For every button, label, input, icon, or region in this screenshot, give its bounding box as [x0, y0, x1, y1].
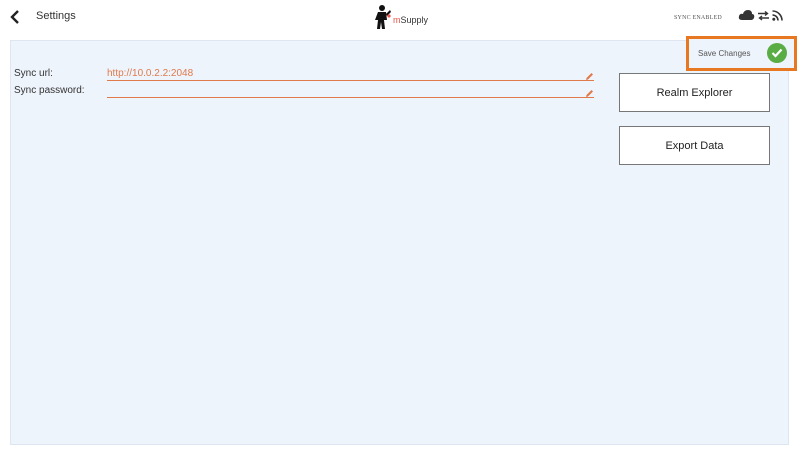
edit-sync-password-icon[interactable]	[585, 85, 594, 97]
check-circle-icon	[767, 43, 787, 63]
cloud-icon[interactable]	[738, 8, 755, 26]
sync-url-input[interactable]: http://10.0.2.2:2048	[107, 68, 193, 79]
save-changes-button[interactable]: Save Changes	[686, 36, 797, 71]
save-changes-label: Save Changes	[698, 49, 751, 58]
sync-url-label: Sync url:	[14, 68, 53, 79]
logo-text: mSupply	[393, 15, 429, 25]
sync-status-text: SYNC ENABLED	[674, 15, 722, 21]
logo-figure-icon	[375, 5, 391, 29]
back-arrow-icon[interactable]	[8, 8, 24, 26]
rss-feed-icon[interactable]	[772, 8, 783, 26]
sync-arrows-icon[interactable]	[758, 8, 769, 26]
sync-password-label: Sync password:	[14, 85, 85, 96]
export-data-button[interactable]: Export Data	[619, 126, 770, 165]
app-header: Settings mSupply SYNC ENABLED	[0, 0, 800, 36]
sync-password-input[interactable]	[107, 85, 577, 97]
realm-explorer-button[interactable]: Realm Explorer	[619, 73, 770, 112]
page-title: Settings	[36, 10, 76, 22]
edit-sync-url-icon[interactable]	[585, 68, 594, 80]
status-icons	[738, 8, 783, 26]
sync-url-underline	[107, 80, 594, 81]
sync-password-underline	[107, 97, 594, 98]
msupply-logo: mSupply	[372, 4, 428, 30]
